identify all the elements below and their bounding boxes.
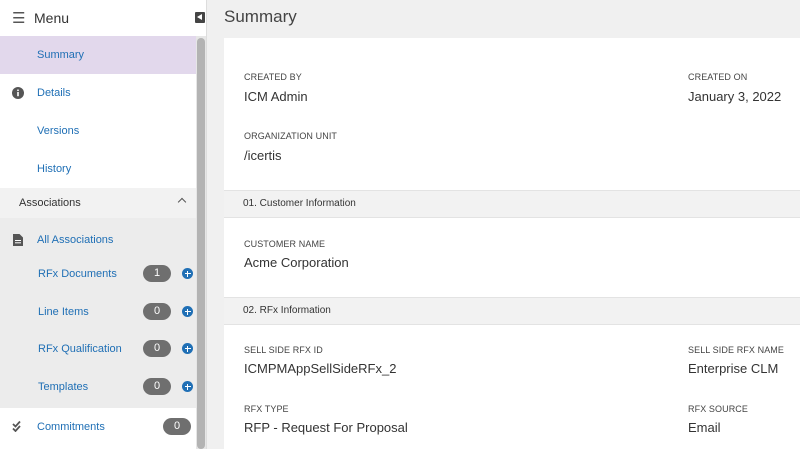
document-icon <box>13 234 23 246</box>
assoc-item-label: RFx Documents <box>38 268 117 280</box>
assoc-item-label: Templates <box>38 381 89 393</box>
add-plus-icon[interactable] <box>182 306 193 317</box>
rfx-source-label: RFX SOURCE <box>688 404 749 414</box>
created-on-label: CREATED ON <box>688 72 748 82</box>
associations-header[interactable]: Associations <box>0 188 197 218</box>
sidebar-scrollbar-thumb[interactable] <box>197 38 205 449</box>
assoc-item-label: RFx Qualification <box>38 343 122 355</box>
nav-item-commitments[interactable]: Commitments 0 <box>0 408 197 446</box>
nav-item-label: Versions <box>37 125 80 137</box>
chevron-up-icon[interactable] <box>177 197 187 207</box>
menu-label: Menu <box>34 10 70 26</box>
created-on-value: January 3, 2022 <box>688 89 782 104</box>
section-header-rfx-information[interactable]: 02. RFx Information <box>224 297 800 325</box>
add-plus-icon[interactable] <box>182 343 193 354</box>
sell-side-rfx-id-value: ICMPMAppSellSideRFx_2 <box>244 361 397 376</box>
rfx-type-label: RFX TYPE <box>244 404 289 414</box>
count-badge: 0 <box>143 303 171 320</box>
section-header-customer-information[interactable]: 01. Customer Information <box>224 190 800 218</box>
count-badge: 0 <box>143 340 171 357</box>
nav-item-details[interactable]: Details <box>0 74 197 112</box>
main-content: Summary CREATED BY ICM Admin CREATED ON … <box>207 0 800 449</box>
summary-card: CREATED BY ICM Admin CREATED ON January … <box>224 38 800 449</box>
sidebar: ☰ Menu Summary Details Versions History … <box>0 0 207 449</box>
nav-item-label: Details <box>37 87 71 99</box>
all-associations-label: All Associations <box>37 234 114 246</box>
created-by-value: ICM Admin <box>244 89 308 104</box>
all-associations-item[interactable]: All Associations <box>0 225 197 255</box>
assoc-item-templates[interactable]: Templates 0 <box>0 374 197 400</box>
add-plus-icon[interactable] <box>182 268 193 279</box>
collapse-sidebar-icon[interactable] <box>195 12 205 23</box>
info-icon <box>12 87 24 99</box>
customer-name-label: CUSTOMER NAME <box>244 239 326 249</box>
nav-item-label: Summary <box>37 49 85 61</box>
org-unit-label: ORGANIZATION UNIT <box>244 131 338 141</box>
customer-name-value: Acme Corporation <box>244 255 349 270</box>
sell-side-rfx-name-value: Enterprise CLM <box>688 361 779 376</box>
nav-item-label: History <box>37 163 72 175</box>
count-badge: 0 <box>143 378 171 395</box>
page-title: Summary <box>224 7 297 26</box>
sell-side-rfx-id-label: SELL SIDE RFX ID <box>244 345 323 355</box>
count-badge: 0 <box>163 418 191 435</box>
associations-group: All Associations RFx Documents 1 Line It… <box>0 218 197 408</box>
org-unit-value: /icertis <box>244 148 282 163</box>
nav-item-summary[interactable]: Summary <box>0 36 197 74</box>
nav-item-label: Commitments <box>37 421 105 433</box>
add-plus-icon[interactable] <box>182 381 193 392</box>
nav-item-versions[interactable]: Versions <box>0 112 197 150</box>
created-by-label: CREATED BY <box>244 72 302 82</box>
assoc-item-line-items[interactable]: Line Items 0 <box>0 299 197 325</box>
double-check-icon <box>12 420 21 432</box>
assoc-item-rfx-qualification[interactable]: RFx Qualification 0 <box>0 336 197 362</box>
associations-header-label: Associations <box>19 197 81 209</box>
count-badge: 1 <box>143 265 171 282</box>
assoc-item-rfx-documents[interactable]: RFx Documents 1 <box>0 261 197 287</box>
menu-header[interactable]: ☰ Menu <box>0 0 206 36</box>
rfx-type-value: RFP - Request For Proposal <box>244 420 408 435</box>
nav-item-history[interactable]: History <box>0 150 197 188</box>
assoc-item-label: Line Items <box>38 306 89 318</box>
sell-side-rfx-name-label: SELL SIDE RFX NAME <box>688 345 784 355</box>
rfx-source-value: Email <box>688 420 721 435</box>
hamburger-icon[interactable]: ☰ <box>12 9 34 27</box>
